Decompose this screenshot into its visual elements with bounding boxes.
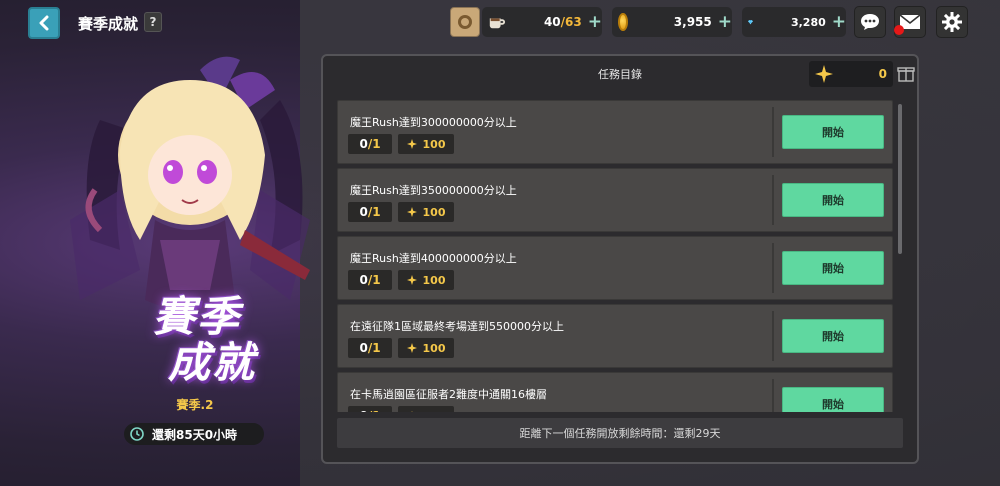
gem-plus-button[interactable]: + — [832, 12, 846, 32]
mission-title: 魔王Rush達到400000000分以上 — [350, 252, 517, 265]
coin-icon — [618, 13, 628, 31]
mission-reward: 100 — [398, 134, 454, 154]
mission-reward: 100 — [398, 338, 454, 358]
next-mission-timer: 距離下一個任務開放剩餘時間：還剩29天 — [337, 418, 903, 448]
scrollbar[interactable] — [898, 104, 902, 254]
start-button[interactable]: 開始 — [782, 115, 884, 149]
mission-panel: 任務目錄 0 魔王Rush達到300000000分以上 0/1 100 開始 魔… — [321, 54, 919, 464]
mission-reward: 100 — [398, 202, 454, 222]
mission-row: 魔王Rush達到400000000分以上 0/1 100 開始 — [337, 236, 893, 300]
start-button[interactable]: 開始 — [782, 319, 884, 353]
season-time-pill: 還剩85天0小時 — [124, 423, 264, 445]
season-title: 賽季 成就 — [112, 294, 282, 386]
chat-icon — [861, 14, 879, 30]
mission-row: 魔王Rush達到300000000分以上 0/1 100 開始 — [337, 100, 893, 164]
star-icon — [815, 65, 833, 83]
row-divider — [772, 243, 774, 293]
mission-progress: 0/1 — [348, 270, 392, 290]
row-divider — [772, 107, 774, 157]
start-button[interactable]: 開始 — [782, 183, 884, 217]
mission-reward: 100 — [398, 270, 454, 290]
row-divider — [772, 175, 774, 225]
mission-reward: 100 — [398, 406, 454, 412]
gift-icon[interactable] — [897, 64, 915, 82]
mission-row: 魔王Rush達到350000000分以上 0/1 100 開始 — [337, 168, 893, 232]
row-divider — [772, 311, 774, 361]
mail-notification-dot — [894, 25, 904, 35]
time-remaining: 還剩85天0小時 — [152, 427, 238, 442]
mission-progress: 0/1 — [348, 338, 392, 358]
star-icon — [406, 343, 417, 353]
clock-icon — [130, 427, 144, 441]
mission-row: 在卡馬逍園區征服者2難度中通關16樓層 0/1 100 開始 — [337, 372, 893, 412]
start-button[interactable]: 開始 — [782, 251, 884, 285]
row-divider — [772, 379, 774, 412]
gem-box: 3,280 + — [742, 7, 846, 37]
stamina-current: 40 — [543, 15, 561, 29]
meso-plus-button[interactable]: + — [718, 12, 732, 32]
star-icon — [406, 275, 417, 285]
star-icon — [411, 411, 412, 412]
coffee-icon — [489, 18, 506, 29]
mission-progress: 0/1 — [348, 406, 392, 412]
mission-title: 在卡馬逍園區征服者2難度中通關16樓層 — [350, 388, 547, 401]
season-title-line1: 賽季 — [152, 292, 241, 341]
chevron-left-icon — [39, 15, 49, 31]
stamina-box: 40/63 + — [482, 7, 602, 37]
meso-value: 3,955 — [673, 15, 712, 29]
page-title: 賽季成就 — [78, 15, 139, 33]
mission-row: 在遠征隊1區域最終考場達到550000分以上 0/1 100 開始 — [337, 304, 893, 368]
season-number: 賽季.2 — [176, 398, 214, 412]
gem-value: 3,280 — [790, 15, 826, 29]
star-icon — [406, 207, 417, 217]
stamina-max: /63 — [560, 15, 582, 29]
mission-progress: 0/1 — [348, 202, 392, 222]
mission-list[interactable]: 魔王Rush達到300000000分以上 0/1 100 開始 魔王Rush達到… — [337, 100, 897, 412]
mission-title: 在遠征隊1區域最終考場達到550000分以上 — [350, 320, 564, 333]
mission-title: 魔王Rush達到350000000分以上 — [350, 184, 517, 197]
gear-icon — [942, 12, 962, 32]
chat-button[interactable] — [854, 6, 886, 38]
diamond-icon — [748, 20, 753, 25]
stamina-plus-button[interactable]: + — [588, 12, 602, 32]
settings-button[interactable] — [936, 6, 968, 38]
start-button[interactable]: 開始 — [782, 387, 884, 412]
help-button[interactable]: ? — [144, 12, 162, 32]
season-title-line2: 成就 — [167, 338, 256, 387]
star-icon — [406, 139, 417, 149]
mission-progress: 0/1 — [348, 134, 392, 154]
stamina-tag-icon — [450, 7, 480, 37]
meso-box: 3,955 + — [612, 7, 732, 37]
points-box: 0 — [809, 61, 893, 87]
mission-title: 魔王Rush達到300000000分以上 — [350, 116, 517, 129]
back-button[interactable] — [28, 7, 60, 39]
points-value: 0 — [878, 67, 887, 81]
